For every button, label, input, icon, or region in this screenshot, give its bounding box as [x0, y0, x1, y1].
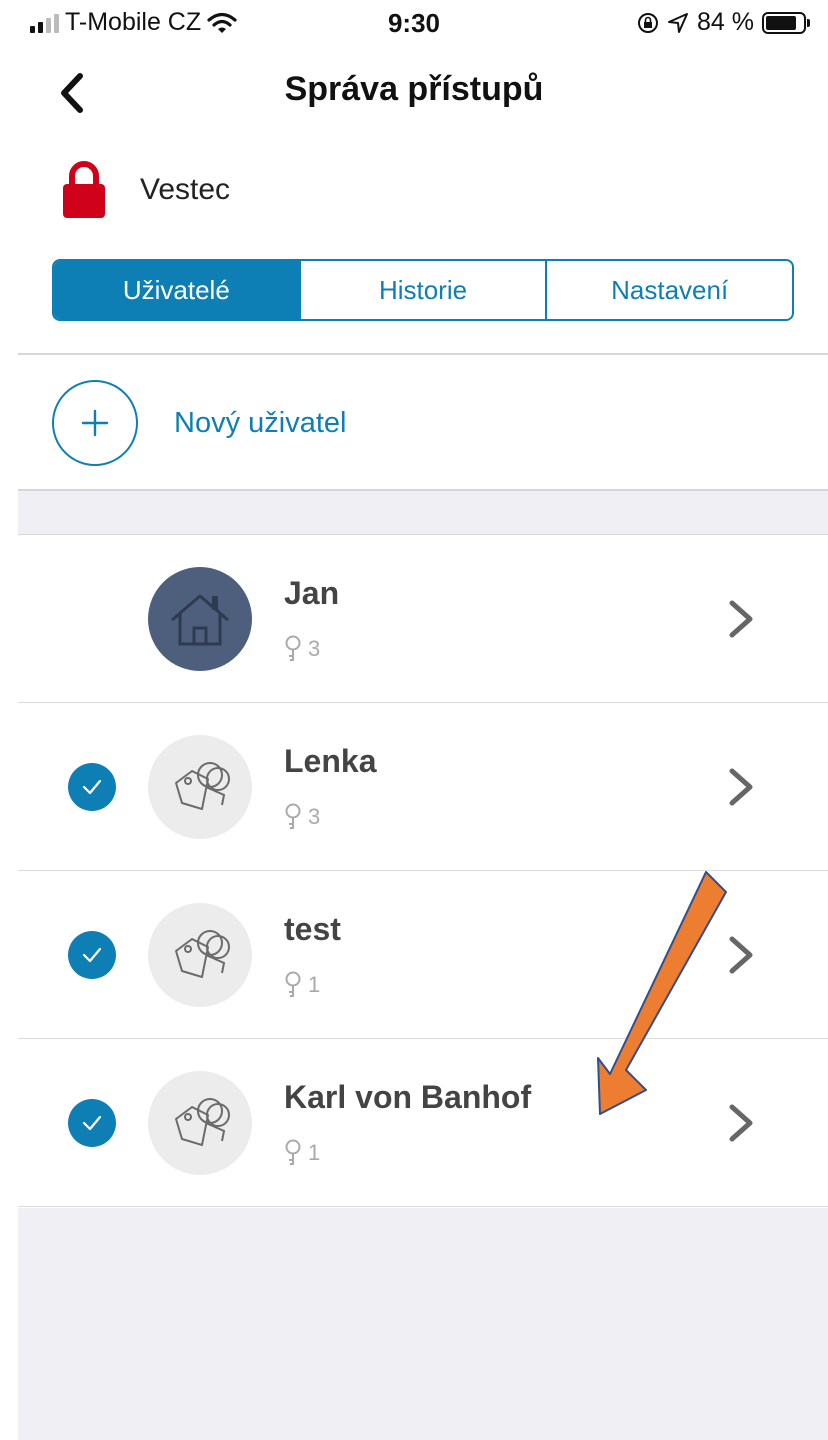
status-right: 84 % [637, 8, 810, 37]
plus-icon [52, 380, 138, 466]
tab-bar: Uživatelé Historie Nastavení [52, 259, 794, 321]
chevron-right-icon [729, 1104, 753, 1142]
padlock-icon [63, 161, 105, 218]
orientation-lock-icon [638, 12, 659, 33]
key-icon [285, 1139, 301, 1165]
divider [18, 353, 828, 355]
key-count-value: 3 [308, 804, 321, 829]
battery-icon [762, 11, 810, 34]
key-icon [285, 635, 301, 661]
status-bar: T-Mobile CZ 9:30 84 % [0, 0, 828, 42]
chevron-right-icon [729, 600, 753, 638]
page-title: Správa přístupů [284, 70, 544, 108]
new-user-button[interactable]: Nový uživatel [52, 378, 346, 468]
section-spacer [18, 491, 828, 535]
battery-fill [766, 15, 797, 30]
key-icon [285, 803, 301, 829]
list-item[interactable]: Jan 3 [18, 535, 828, 703]
house-icon [148, 567, 252, 671]
user-name: test [284, 911, 341, 947]
lock-header: Vestec [60, 160, 230, 220]
key-count-value: 1 [308, 972, 321, 997]
location-icon [668, 12, 689, 33]
navigation-bar: Správa přístupů [0, 50, 828, 136]
tab-history[interactable]: Historie [298, 261, 546, 319]
empty-list-area [18, 1208, 828, 1440]
tab-users[interactable]: Uživatelé [54, 261, 299, 319]
checkmark-icon[interactable] [68, 763, 116, 811]
key-count-value: 1 [308, 1140, 321, 1165]
key-count: 1 [284, 971, 320, 999]
checkmark-icon[interactable] [68, 931, 116, 979]
checkmark-icon[interactable] [68, 1099, 116, 1147]
key-count: 1 [284, 1139, 320, 1167]
chevron-right-icon [729, 768, 753, 806]
user-name: Jan [284, 575, 340, 611]
key-tags-icon [148, 1071, 252, 1175]
list-item[interactable]: Karl von Banhof 1 [18, 1039, 828, 1207]
lock-name: Vestec [140, 173, 231, 206]
key-icon [285, 971, 301, 997]
user-name: Karl von Banhof [284, 1079, 532, 1115]
key-count: 3 [284, 635, 320, 663]
key-count-value: 3 [308, 636, 321, 661]
battery-percent: 84 % [697, 8, 754, 36]
key-count: 3 [284, 803, 320, 831]
list-item[interactable]: test 1 [18, 871, 828, 1039]
user-name: Lenka [284, 743, 377, 779]
list-item[interactable]: Lenka 3 [18, 703, 828, 871]
tab-settings[interactable]: Nastavení [545, 261, 792, 319]
chevron-right-icon [729, 936, 753, 974]
key-tags-icon [148, 903, 252, 1007]
key-tags-icon [148, 735, 252, 839]
divider [18, 1206, 828, 1207]
new-user-label: Nový uživatel [174, 406, 347, 439]
